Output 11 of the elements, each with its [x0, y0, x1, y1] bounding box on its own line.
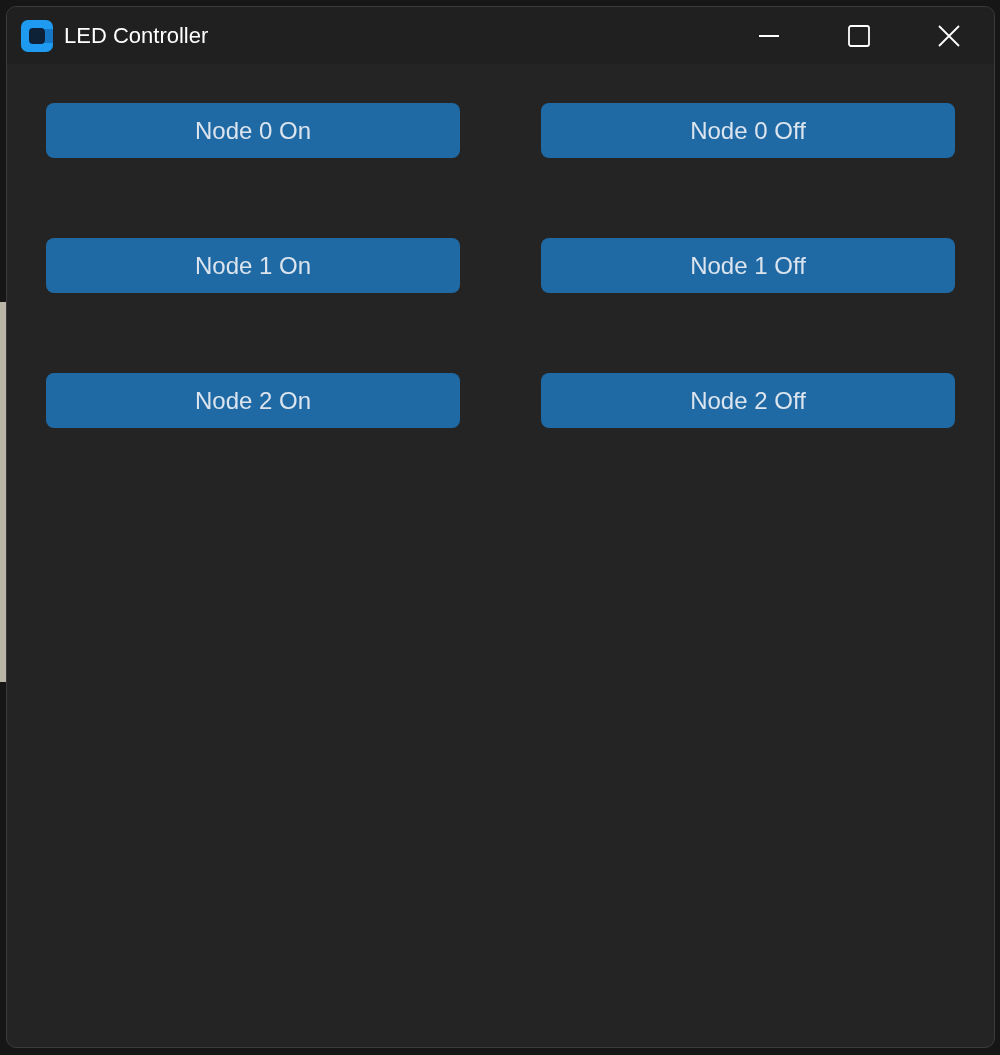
maximize-icon: [848, 24, 870, 47]
node-button[interactable]: Node 0 On: [46, 103, 460, 158]
node-button[interactable]: Node 0 Off: [541, 103, 955, 158]
window-title: LED Controller: [64, 22, 209, 49]
minimize-icon: [759, 34, 779, 37]
node-button[interactable]: Node 1 Off: [541, 238, 955, 293]
close-icon: [938, 24, 960, 47]
node-button[interactable]: Node 2 On: [46, 373, 460, 428]
app-icon: [21, 19, 53, 52]
node-button[interactable]: Node 2 Off: [541, 373, 955, 428]
node-button[interactable]: Node 1 On: [46, 238, 460, 293]
